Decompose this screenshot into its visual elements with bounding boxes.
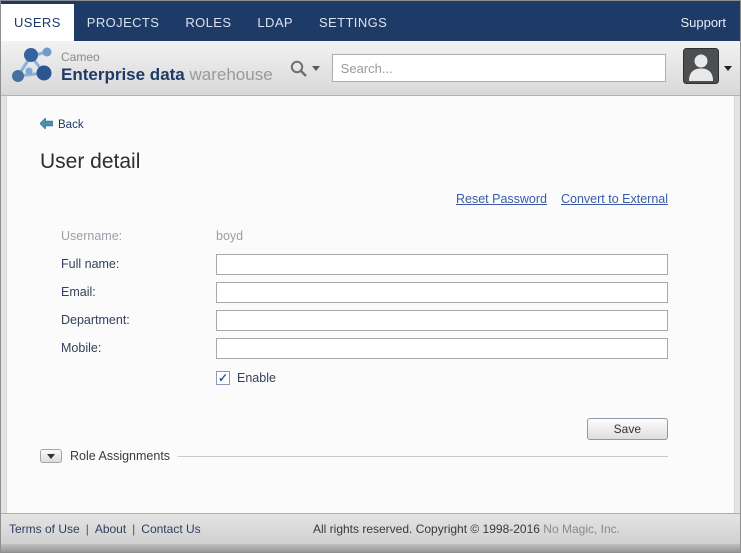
- full-name-row: Full name:: [40, 250, 668, 278]
- footer: Terms of Use | About | Contact Us All ri…: [1, 513, 740, 544]
- brand-text: Cameo Enterprise data warehouse: [61, 51, 273, 84]
- tab-settings[interactable]: SETTINGS: [306, 4, 400, 41]
- content-wrapper: Back User detail Reset Password Convert …: [1, 96, 740, 513]
- contact-us-link[interactable]: Contact Us: [141, 522, 200, 536]
- search-area: [289, 54, 666, 82]
- mobile-input[interactable]: [216, 338, 668, 359]
- full-name-label: Full name:: [40, 257, 216, 271]
- department-label: Department:: [40, 313, 216, 327]
- user-detail-panel: Back User detail Reset Password Convert …: [6, 96, 735, 513]
- app-window: USERS PROJECTS ROLES LDAP SETTINGS Suppo…: [0, 0, 741, 553]
- email-input[interactable]: [216, 282, 668, 303]
- terms-of-use-link[interactable]: Terms of Use: [9, 522, 80, 536]
- search-scope-caret-icon[interactable]: [312, 66, 320, 71]
- user-avatar[interactable]: [683, 48, 719, 89]
- copyright-company: No Magic, Inc.: [543, 522, 620, 536]
- back-link[interactable]: Back: [40, 118, 84, 132]
- brand-logo[interactable]: Cameo Enterprise data warehouse: [1, 44, 273, 93]
- footer-separator: |: [132, 522, 135, 536]
- copyright-text: All rights reserved. Copyright © 1998-20…: [313, 522, 620, 536]
- save-button[interactable]: Save: [587, 418, 668, 440]
- back-arrow-icon: [40, 118, 53, 132]
- tab-users[interactable]: USERS: [1, 4, 74, 41]
- department-row: Department:: [40, 306, 668, 334]
- brand-name: Cameo: [61, 51, 273, 65]
- full-name-input[interactable]: [216, 254, 668, 275]
- back-label: Back: [58, 119, 84, 131]
- footer-separator: |: [86, 522, 89, 536]
- role-assignments-toggle[interactable]: [40, 449, 62, 463]
- username-value: boyd: [216, 229, 243, 243]
- email-row: Email:: [40, 278, 668, 306]
- tab-ldap[interactable]: LDAP: [244, 4, 306, 41]
- app-header: Cameo Enterprise data warehouse: [1, 41, 740, 96]
- tab-roles[interactable]: ROLES: [172, 4, 244, 41]
- page-title: User detail: [40, 150, 668, 174]
- convert-to-external-link[interactable]: Convert to External: [561, 192, 668, 206]
- username-label: Username:: [40, 229, 216, 243]
- copyright-main: All rights reserved. Copyright © 1998-20…: [313, 522, 540, 536]
- role-assignments-section: Role Assignments: [40, 449, 668, 463]
- action-links: Reset Password Convert to External: [40, 192, 668, 206]
- about-link[interactable]: About: [95, 522, 126, 536]
- chevron-down-icon: [47, 454, 55, 459]
- mobile-label: Mobile:: [40, 341, 216, 355]
- brand-product: Enterprise data warehouse: [61, 65, 273, 85]
- cameo-logo-icon: [9, 44, 55, 93]
- email-label: Email:: [40, 285, 216, 299]
- enable-checkbox[interactable]: ✓: [216, 371, 230, 385]
- top-navigation: USERS PROJECTS ROLES LDAP SETTINGS Suppo…: [1, 1, 740, 41]
- checkmark-icon: ✓: [218, 372, 228, 384]
- window-bottom-edge: [1, 544, 740, 552]
- enable-row: ✓ Enable: [40, 370, 668, 386]
- section-divider: [178, 456, 668, 457]
- save-row: Save: [40, 418, 668, 440]
- search-input[interactable]: [332, 54, 666, 82]
- tab-projects[interactable]: PROJECTS: [74, 4, 173, 41]
- user-menu: [683, 48, 732, 89]
- footer-links: Terms of Use | About | Contact Us: [9, 522, 201, 536]
- mobile-row: Mobile:: [40, 334, 668, 362]
- role-assignments-label: Role Assignments: [70, 449, 170, 463]
- enable-label: Enable: [237, 371, 276, 385]
- search-icon[interactable]: [289, 59, 308, 78]
- username-row: Username: boyd: [40, 222, 668, 250]
- support-link[interactable]: Support: [666, 4, 740, 41]
- user-menu-caret-icon[interactable]: [724, 66, 732, 71]
- department-input[interactable]: [216, 310, 668, 331]
- user-detail-form: Username: boyd Full name: Email: Departm…: [40, 222, 668, 440]
- reset-password-link[interactable]: Reset Password: [456, 192, 547, 206]
